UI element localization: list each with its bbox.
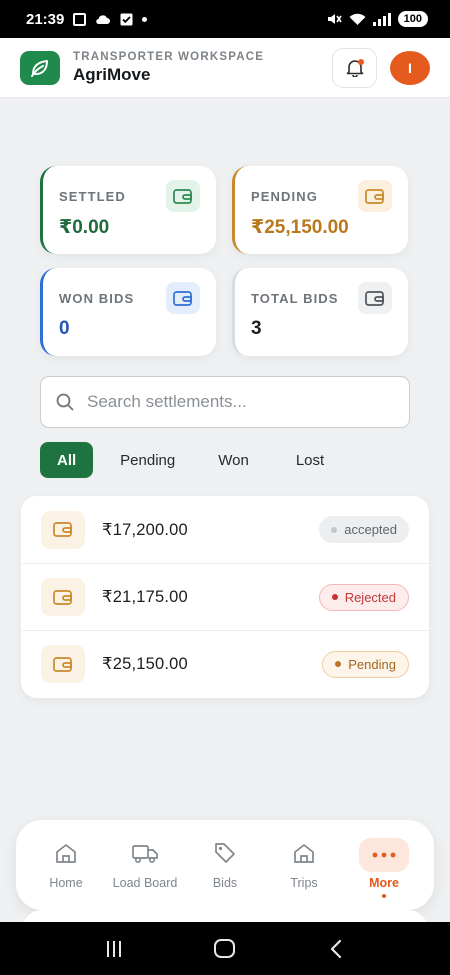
status-text: accepted (344, 522, 397, 537)
leaf-icon (31, 59, 48, 77)
settlement-amount: ₹21,175.00 (102, 588, 188, 606)
workspace-label: TRANSPORTER WORKSPACE (73, 50, 265, 63)
system-nav-bar (0, 922, 450, 975)
status-text: Rejected (344, 589, 396, 605)
status-time: 21:39 (26, 10, 65, 28)
nav-label: Bids (212, 876, 238, 890)
home-icon (54, 838, 78, 868)
settlement-row[interactable]: ₹25,150.00 Pending (21, 630, 429, 697)
stat-label: SETTLED (59, 189, 126, 204)
home-button-icon[interactable] (214, 939, 236, 958)
stat-value: ₹0.00 (59, 217, 110, 238)
home-icon (292, 838, 316, 868)
wallet-icon (166, 180, 200, 212)
wallet-icon (166, 282, 200, 314)
status-badge: accepted (319, 516, 409, 543)
settlement-amount: ₹25,150.00 (102, 655, 188, 673)
stat-card-won-bids: WON BIDS 0 (40, 268, 216, 356)
wallet-icon (358, 180, 392, 212)
battery-indicator: 100 (397, 11, 428, 27)
stat-card-total-bids: TOTAL BIDS 3 (232, 268, 408, 356)
stat-label: TOTAL BIDS (251, 291, 339, 306)
status-dot-icon (331, 526, 338, 533)
wallet-icon (41, 510, 85, 549)
nav-more[interactable]: More (344, 838, 424, 898)
wifi-icon (349, 13, 366, 25)
nav-label: Load Board (112, 876, 178, 890)
tab-all[interactable]: All (40, 442, 94, 478)
search-box (40, 376, 410, 428)
wallet-icon (358, 282, 392, 314)
status-dot-icon (331, 594, 338, 600)
stat-card-pending: PENDING ₹25,150.00 (232, 166, 408, 254)
stat-label: WON BIDS (59, 291, 135, 306)
nav-home[interactable]: Home (26, 838, 106, 890)
signal-icon (372, 12, 391, 26)
bottom-nav: Home Load Board Bids Trips More (16, 820, 434, 910)
tab-won[interactable]: Won (218, 442, 249, 478)
wallet-icon (41, 578, 85, 616)
settlement-row[interactable]: ₹17,200.00 accepted (21, 496, 429, 563)
cloud-icon (96, 15, 111, 25)
stat-card-settled: SETTLED ₹0.00 (40, 166, 216, 254)
settlement-row[interactable]: ₹21,175.00 Rejected (21, 563, 429, 630)
status-badge: Rejected (318, 583, 409, 611)
status-badge: Pending (322, 650, 409, 678)
nav-bids[interactable]: Bids (185, 838, 265, 890)
stat-value: 0 (59, 318, 70, 339)
wallet-icon (41, 645, 85, 683)
more-dots-icon (359, 838, 409, 872)
status-text: Pending (348, 656, 396, 672)
screenshot-icon (73, 12, 87, 26)
nav-label: Trips (290, 876, 318, 890)
back-icon[interactable] (329, 939, 343, 959)
settlement-amount: ₹17,200.00 (102, 520, 188, 539)
app-header: TRANSPORTER WORKSPACE AgriMove I (0, 38, 450, 98)
profile-avatar[interactable]: I (390, 50, 430, 85)
tab-pending[interactable]: Pending (120, 442, 175, 478)
tag-icon (213, 838, 237, 868)
nav-trips[interactable]: Trips (264, 838, 344, 890)
app-logo (20, 50, 60, 85)
search-input[interactable] (87, 392, 387, 412)
notifications-button[interactable] (332, 47, 377, 88)
settlements-list: ₹17,200.00 accepted ₹21,175.00 Rejected … (21, 496, 429, 698)
app-name: AgriMove (73, 64, 151, 84)
truck-icon (131, 838, 159, 868)
checkbox-icon (120, 13, 133, 25)
nav-label: Home (49, 876, 83, 890)
search-icon (56, 393, 74, 411)
stat-value: ₹25,150.00 (251, 217, 349, 238)
notification-badge (358, 58, 364, 65)
active-indicator (382, 894, 386, 898)
notification-dot-icon (142, 16, 148, 22)
tab-lost[interactable]: Lost (296, 442, 324, 478)
mute-icon (327, 14, 342, 24)
nav-label: More (369, 876, 399, 890)
filter-tabs: All Pending Won Lost (40, 442, 324, 478)
status-bar: 21:39 100 (0, 0, 450, 38)
status-dot-icon (335, 661, 342, 667)
stat-label: PENDING (251, 189, 318, 204)
recents-icon[interactable] (106, 940, 121, 957)
stat-value: 3 (251, 318, 262, 339)
nav-load-board[interactable]: Load Board (105, 838, 185, 890)
